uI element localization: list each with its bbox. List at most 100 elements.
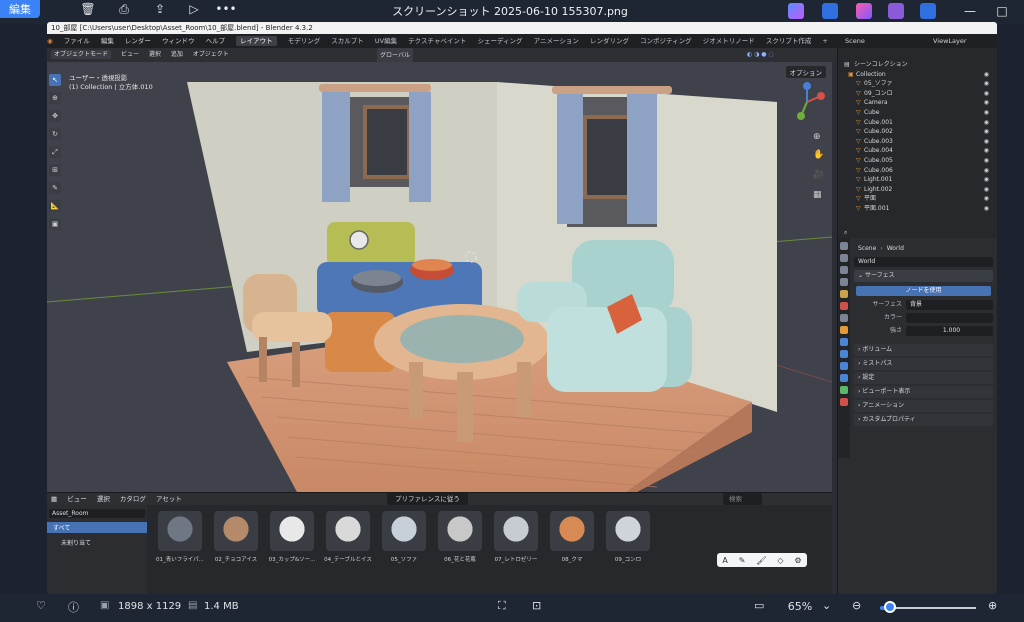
visibility-eye-icon[interactable]: ◉: [984, 118, 989, 128]
tab-animation[interactable]: アニメーション: [534, 37, 579, 45]
mode-dropdown[interactable]: オブジェクトモード: [51, 50, 112, 59]
scene-selector[interactable]: Scene: [845, 34, 865, 48]
share-icon[interactable]: ⇪: [152, 1, 168, 17]
physics-tab-icon[interactable]: [840, 362, 848, 370]
outliner-item[interactable]: ▽ Cube.003 ◉: [838, 137, 997, 147]
asset-menu-catalog[interactable]: カタログ: [120, 495, 146, 503]
visibility-eye-icon[interactable]: ◉: [984, 98, 989, 108]
tab-scripting[interactable]: スクリプト作成: [766, 37, 812, 45]
pan-view-icon[interactable]: ✋: [813, 150, 824, 160]
outliner-item[interactable]: ▽ Cube.004 ◉: [838, 146, 997, 156]
clipchamp-icon[interactable]: [856, 3, 872, 19]
visibility-eye-icon[interactable]: ◉: [984, 204, 989, 214]
asset-library-dropdown[interactable]: Asset_Room: [49, 509, 145, 518]
property-section-header[interactable]: › ボリューム: [854, 344, 993, 356]
header-view[interactable]: ビュー: [121, 51, 139, 58]
annotate-tool-icon[interactable]: ✎: [49, 182, 61, 194]
property-section-header[interactable]: › アニメーション: [854, 400, 993, 412]
designer-icon[interactable]: [822, 3, 838, 19]
info-icon[interactable]: ⓘ: [68, 599, 79, 615]
options-dropdown[interactable]: オプション: [785, 66, 826, 78]
asset-item[interactable]: 01_青いフライパ...: [152, 511, 208, 573]
3d-viewport[interactable]: ↖ ⊕ ✥ ↻ ⤢ ⊞ ✎ 📐 ▣ ユーザー・透視投影 (1) Collecti…: [47, 62, 832, 492]
material-tab-icon[interactable]: [840, 398, 848, 406]
surface-section-header[interactable]: ⌄ サーフェス: [854, 270, 993, 282]
edit-button[interactable]: 編集: [0, 0, 40, 18]
asset-item[interactable]: 06_花と花瓶: [432, 511, 488, 573]
copilot-icon[interactable]: [788, 3, 804, 19]
tab-uv-edit[interactable]: UV編集: [375, 37, 397, 45]
menu-window[interactable]: ウィンドウ: [162, 37, 195, 45]
outliner-root[interactable]: ▤ シーンコレクション: [838, 60, 997, 70]
view-layer-tab-icon[interactable]: [840, 278, 848, 286]
add-cube-tool-icon[interactable]: ▣: [49, 218, 61, 230]
outliner-item[interactable]: ▽ Cube.006 ◉: [838, 166, 997, 176]
actual-size-icon[interactable]: ⊡: [532, 599, 541, 612]
pencil-tool-icon[interactable]: ✎: [739, 556, 746, 565]
visibility-eye-icon[interactable]: ◉: [984, 175, 989, 185]
outliner-item[interactable]: ▽ 平面 ◉: [838, 194, 997, 204]
asset-item[interactable]: 02_チョコアイス: [208, 511, 264, 573]
shapes-tool-icon[interactable]: ◇: [777, 556, 783, 565]
import-method-dropdown[interactable]: プリファレンスに従う: [387, 493, 468, 505]
property-section-header[interactable]: › 設定: [854, 372, 993, 384]
tab-modeling[interactable]: モデリング: [288, 37, 321, 45]
tool-tab-icon[interactable]: [840, 242, 848, 250]
favorite-icon[interactable]: ♡: [36, 599, 46, 612]
world-tab-icon[interactable]: [840, 302, 848, 310]
asset-item[interactable]: 04_テーブルとイス: [320, 511, 376, 573]
brush-tool-icon[interactable]: 🖌: [756, 556, 766, 565]
scene-tab-icon[interactable]: [840, 290, 848, 298]
outliner-item[interactable]: ▽ Cube ◉: [838, 108, 997, 118]
zoom-level[interactable]: 65%: [780, 600, 820, 613]
visibility-eye-icon[interactable]: ◉: [984, 127, 989, 137]
rotate-tool-icon[interactable]: ↻: [49, 128, 61, 140]
output-tab-icon[interactable]: [840, 266, 848, 274]
catalog-unassigned[interactable]: 未割り当て: [47, 537, 147, 548]
print-icon[interactable]: ⎙: [116, 1, 132, 17]
outliner-item[interactable]: ▽ 09_コンロ ◉: [838, 89, 997, 99]
outliner-item[interactable]: ▽ Cube.002 ◉: [838, 127, 997, 137]
menu-file[interactable]: ファイル: [64, 37, 90, 45]
more-icon[interactable]: •••: [215, 1, 236, 17]
outliner-item[interactable]: ▽ Light.001 ◉: [838, 175, 997, 185]
properties-search[interactable]: ⌕: [838, 228, 997, 238]
cursor-tool-icon[interactable]: ⊕: [49, 92, 61, 104]
tab-rendering[interactable]: レンダリング: [590, 37, 629, 45]
use-nodes-button[interactable]: ノードを使用: [856, 286, 991, 296]
property-section-header[interactable]: › ミストパス: [854, 358, 993, 370]
asset-menu-asset[interactable]: アセット: [156, 495, 182, 503]
tab-shading[interactable]: シェーディング: [478, 37, 523, 45]
world-selector[interactable]: World: [854, 257, 993, 267]
cloud-off-icon[interactable]: [920, 3, 936, 19]
tab-geometry-nodes[interactable]: ジオメトリノード: [703, 37, 755, 45]
delete-icon[interactable]: 🗑: [80, 1, 96, 17]
move-tool-icon[interactable]: ✥: [49, 110, 61, 122]
view-layer-selector[interactable]: ViewLayer: [933, 34, 967, 48]
object-tab-icon[interactable]: [840, 326, 848, 334]
property-section-header[interactable]: › カスタムプロパティ: [854, 414, 993, 426]
header-add[interactable]: 追加: [171, 51, 183, 58]
shading-modes-icon[interactable]: ◐ ◑ ● ◌: [747, 48, 774, 62]
render-tab-icon[interactable]: [840, 254, 848, 262]
outliner-item[interactable]: ▽ 05_ソファ ◉: [838, 79, 997, 89]
asset-editor-type-icon[interactable]: ▦: [51, 495, 57, 503]
menu-edit[interactable]: 編集: [101, 37, 114, 45]
outliner-item[interactable]: ▣ Collection ◉: [838, 70, 997, 80]
asset-item[interactable]: 09_コンロ: [600, 511, 656, 573]
minimize-icon[interactable]: —: [962, 3, 978, 19]
menu-render[interactable]: レンダー: [125, 37, 151, 45]
zoom-in-icon[interactable]: ⊕: [988, 599, 997, 612]
strength-value[interactable]: 1.000: [906, 326, 993, 336]
zoom-view-icon[interactable]: ⊕: [813, 132, 821, 142]
ortho-toggle-icon[interactable]: ▦: [813, 190, 822, 200]
add-workspace-icon[interactable]: +: [822, 37, 827, 45]
asset-menu-select[interactable]: 選択: [97, 495, 110, 503]
property-section-header[interactable]: › ビューポート表示: [854, 386, 993, 398]
visibility-eye-icon[interactable]: ◉: [984, 108, 989, 118]
tab-texture-paint[interactable]: テクスチャペイント: [408, 37, 466, 45]
visibility-eye-icon[interactable]: ◉: [984, 79, 989, 89]
select-tool-icon[interactable]: ↖: [49, 74, 61, 86]
blender-logo-icon[interactable]: ◉: [47, 37, 53, 45]
measure-tool-icon[interactable]: 📐: [49, 200, 61, 212]
